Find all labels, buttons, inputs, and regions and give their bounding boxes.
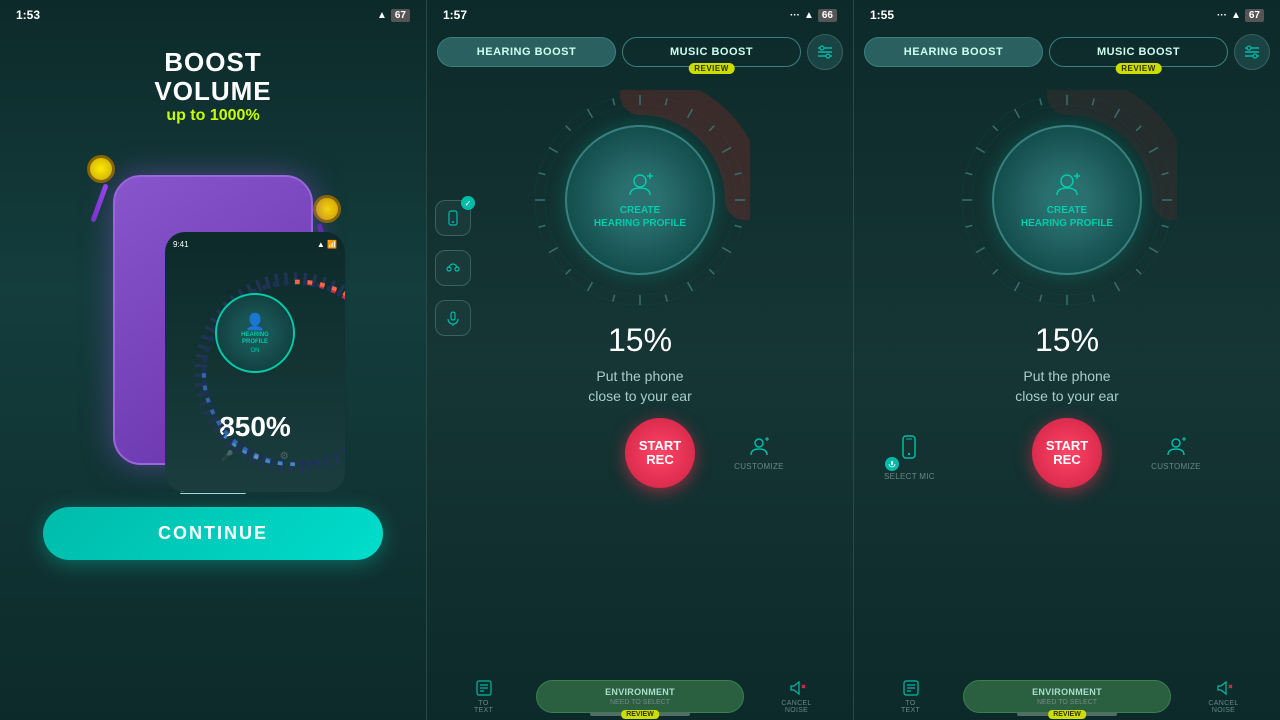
status-icons-2: ··· ▲ 66 (790, 9, 837, 22)
status-bar-3: 1:55 ··· ▲ 67 (854, 0, 1280, 26)
rec-btn-wrapper-2: START REC (625, 418, 695, 488)
tab-hearing-boost-2[interactable]: HEARING BOOST (437, 37, 616, 67)
battery-2: 66 (818, 9, 837, 22)
select-phone-icon-3 (896, 434, 922, 460)
time-3: 1:55 (870, 8, 894, 22)
hearing-dial-3: CREATE HEARING PROFILE (957, 90, 1177, 310)
status-icons-1: ▲ 67 (377, 9, 410, 22)
environment-btn-2[interactable]: ENVIRONMENT NEED TO SELECT REVIEW (536, 680, 744, 713)
ear-instruction-2: Put the phoneclose to your ear (588, 367, 692, 406)
battery-1: 67 (391, 9, 410, 22)
tab-bar-3: HEARING BOOST MUSIC BOOST REVIEW (854, 34, 1280, 70)
phone-dial: 👤 HEARINGPROFILE ON (185, 263, 325, 403)
status-bar-2: 1:57 ··· ▲ 66 (427, 0, 853, 26)
music-review-badge-3: REVIEW (1115, 63, 1162, 74)
customize-item-2[interactable]: CUSTOMIZE (695, 435, 833, 471)
select-mic-label-3: SELECT MIC (884, 472, 935, 481)
music-review-badge-2: REVIEW (688, 63, 735, 74)
to-text-item-2[interactable]: TOTEXT (437, 678, 530, 714)
phone-illustration: 9:41 ▲ 📶 (73, 135, 353, 475)
customize-label-2: CUSTOMIZE (734, 462, 784, 471)
phone-body: 9:41 ▲ 📶 (113, 175, 313, 465)
create-label-3: CREATE HEARING PROFILE (1021, 204, 1113, 230)
select-mic-item-3[interactable]: SELECT MIC (884, 425, 935, 481)
dial-center: 👤 HEARINGPROFILE ON (215, 293, 295, 373)
cancel-noise-label-3: CANCELNOISE (1208, 700, 1238, 714)
tab-hearing-boost-3[interactable]: HEARING BOOST (864, 37, 1043, 67)
environment-btn-3[interactable]: ENVIRONMENT NEED TO SELECT REVIEW (963, 680, 1171, 713)
panel-3: 1:55 ··· ▲ 67 HEARING BOOST MUSIC BOOST … (854, 0, 1280, 720)
time-2: 1:57 (443, 8, 467, 22)
check-icon: ✓ (461, 196, 475, 210)
phone-screen: 9:41 ▲ 📶 (165, 232, 345, 492)
tab-music-boost-3[interactable]: MUSIC BOOST REVIEW (1049, 37, 1228, 67)
inner-circle-2[interactable]: CREATE HEARING PROFILE (565, 125, 715, 275)
rec-btn-wrapper-3: START REC (1032, 418, 1102, 488)
ear-instruction-3: Put the phoneclose to your ear (1015, 367, 1119, 406)
percent-3: 15% (1035, 322, 1099, 359)
controls-row-3: SELECT MIC START REC CUSTOMIZE (854, 418, 1280, 488)
select-mic-wrapper-3: SELECT MIC (874, 425, 1032, 481)
wifi-icon-1: ▲ (377, 10, 387, 21)
customize-label-3: CUSTOMIZE (1151, 462, 1201, 471)
on-label: ON (251, 348, 260, 354)
hearing-dial-2: CREATE HEARING PROFILE (530, 90, 750, 310)
controls-row-2: START REC CUSTOMIZE (427, 418, 853, 488)
sidebar-mic-icon-2[interactable] (435, 300, 471, 336)
wifi-icon-2: ▲ (804, 10, 814, 21)
sidebar-phone-icon-2[interactable]: ✓ (435, 200, 471, 236)
continue-button[interactable]: CONTINUE (43, 507, 384, 560)
create-profile-icon-3 (1052, 170, 1082, 200)
panel-2: 1:57 ··· ▲ 66 HEARING BOOST MUSIC BOOST … (426, 0, 854, 720)
env-review-badge-2: REVIEW (621, 710, 659, 719)
tab-bar-2: HEARING BOOST MUSIC BOOST REVIEW (427, 34, 853, 70)
rec-button-2[interactable]: START REC (625, 418, 695, 488)
cancel-noise-label-2: CANCELNOISE (781, 700, 811, 714)
panel-1: 1:53 ▲ 67 BOOSTVOLUME up to 1000% 9:4 (0, 0, 426, 720)
status-icons-3: ··· ▲ 67 (1217, 9, 1264, 22)
bottom-bar-3: TOTEXT ENVIRONMENT NEED TO SELECT REVIEW… (854, 670, 1280, 720)
battery-3: 67 (1245, 9, 1264, 22)
bottom-bar-wrapper-3: TOTEXT ENVIRONMENT NEED TO SELECT REVIEW… (854, 712, 1280, 720)
status-bar-1: 1:53 ▲ 67 (0, 0, 426, 26)
time-1: 1:53 (16, 8, 40, 22)
percent-2: 15% (608, 322, 672, 359)
settings-button-3[interactable] (1234, 34, 1270, 70)
settings-button-2[interactable] (807, 34, 843, 70)
wifi-icon-3: ▲ (1231, 10, 1241, 21)
rec-button-3[interactable]: START REC (1032, 418, 1102, 488)
bottom-bar-wrapper-2: TOTEXT ENVIRONMENT NEED TO SELECT REVIEW… (427, 712, 853, 720)
subtitle: up to 1000% (154, 107, 271, 125)
main-title: BOOSTVOLUME (154, 48, 271, 105)
to-text-label-2: TOTEXT (474, 700, 493, 714)
to-text-item-3[interactable]: TOTEXT (864, 678, 957, 714)
to-text-label-3: TOTEXT (901, 700, 920, 714)
cancel-noise-item-2[interactable]: CANCELNOISE (750, 678, 843, 714)
tab-music-boost-2[interactable]: MUSIC BOOST REVIEW (622, 37, 801, 67)
dots-3: ··· (1217, 10, 1227, 21)
sidebar-earbuds-icon-2[interactable] (435, 250, 471, 286)
customize-item-3[interactable]: CUSTOMIZE (1102, 435, 1260, 471)
cancel-noise-item-3[interactable]: CANCELNOISE (1177, 678, 1270, 714)
env-review-badge-3: REVIEW (1048, 710, 1086, 719)
create-label-2: CREATE HEARING PROFILE (594, 204, 686, 230)
create-profile-icon-2 (625, 170, 655, 200)
bottom-bar-2: TOTEXT ENVIRONMENT NEED TO SELECT REVIEW… (427, 670, 853, 720)
sidebar-icons-2: ✓ (435, 200, 471, 336)
inner-circle-3[interactable]: CREATE HEARING PROFILE (992, 125, 1142, 275)
dots-2: ··· (790, 10, 800, 21)
